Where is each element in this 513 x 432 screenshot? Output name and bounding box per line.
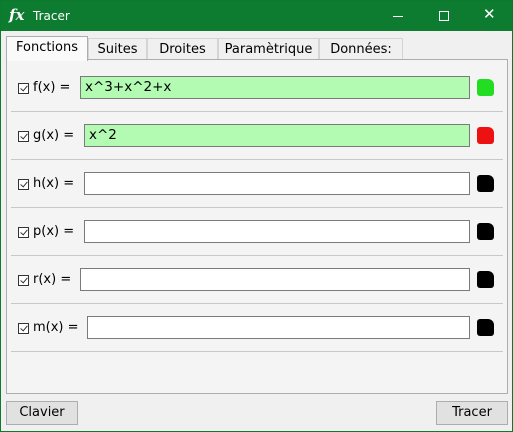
tab-droites[interactable]: Droites — [147, 38, 218, 59]
function-f-input[interactable]: x^3+x^2+x — [80, 76, 470, 99]
function-g-checkbox[interactable] — [18, 131, 29, 142]
tab-parametrique[interactable]: Paramètrique — [218, 38, 319, 59]
function-h-checkbox[interactable] — [18, 179, 29, 190]
tab-fonctions[interactable]: Fonctions — [6, 36, 88, 61]
function-f-label: f(x) = — [33, 80, 71, 95]
function-h-label: h(x) = — [33, 176, 75, 191]
function-row-f: f(x) = x^3+x^2+x — [11, 64, 503, 112]
close-icon: ✕ — [483, 5, 496, 23]
function-m-label: m(x) = — [33, 320, 79, 335]
function-r-input[interactable] — [80, 268, 470, 291]
function-p-checkbox[interactable] — [18, 227, 29, 238]
function-f-color-swatch[interactable] — [477, 79, 494, 96]
maximize-icon — [439, 11, 449, 21]
function-row-h: h(x) = — [11, 160, 503, 208]
title-bar[interactable]: fx Tracer ✕ — [1, 1, 512, 31]
function-m-color-swatch[interactable] — [477, 319, 494, 336]
function-r-color-swatch[interactable] — [477, 271, 494, 288]
function-g-input[interactable]: x^2 — [84, 124, 470, 147]
tab-suites[interactable]: Suites — [88, 38, 147, 59]
function-row-p: p(x) = — [11, 208, 503, 256]
functions-panel: f(x) = x^3+x^2+x g(x) = x^2 h(x) = p(x) … — [6, 59, 508, 394]
function-g-color-swatch[interactable] — [477, 127, 494, 144]
function-row-g: g(x) = x^2 — [11, 112, 503, 160]
function-row-m: m(x) = — [11, 304, 503, 352]
function-h-input[interactable] — [84, 172, 470, 195]
function-f-checkbox[interactable] — [18, 83, 29, 94]
function-m-input[interactable] — [87, 316, 470, 339]
minimize-icon — [393, 16, 403, 17]
plot-button[interactable]: Tracer — [436, 401, 508, 425]
window-title: Tracer — [33, 9, 70, 23]
tracer-window: fx Tracer ✕ Fonctions Suites Droites Par… — [0, 0, 513, 432]
close-button[interactable]: ✕ — [466, 1, 512, 31]
function-h-color-swatch[interactable] — [477, 175, 494, 192]
function-g-label: g(x) = — [33, 128, 75, 143]
function-m-checkbox[interactable] — [18, 323, 29, 334]
function-p-color-swatch[interactable] — [477, 223, 494, 240]
function-p-label: p(x) = — [33, 224, 75, 239]
function-p-input[interactable] — [84, 220, 470, 243]
function-r-label: r(x) = — [33, 272, 72, 287]
function-r-checkbox[interactable] — [18, 275, 29, 286]
fx-app-icon: fx — [9, 6, 25, 24]
minimize-button[interactable] — [375, 1, 421, 31]
function-row-r: r(x) = — [11, 256, 503, 304]
keyboard-button[interactable]: Clavier — [6, 401, 78, 425]
tab-donnees[interactable]: Données: — [319, 38, 403, 59]
maximize-button[interactable] — [421, 1, 467, 31]
